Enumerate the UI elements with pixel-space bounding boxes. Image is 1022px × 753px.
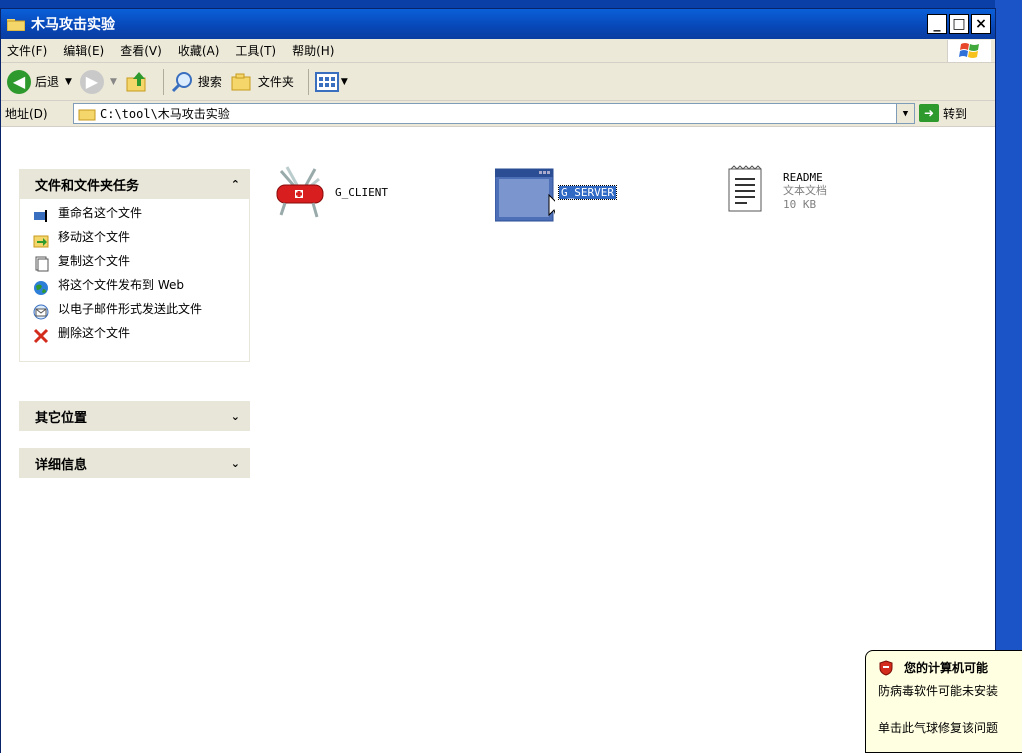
balloon-action[interactable]: 单击此气球修复该问题 bbox=[878, 719, 1022, 736]
file-type: 文本文档 bbox=[783, 184, 827, 197]
web-publish-icon bbox=[32, 279, 50, 297]
forward-button[interactable]: ▶ ▼ bbox=[79, 69, 117, 94]
task-pane: 文件和文件夹任务 ⌃ 重命名这个文件 移动这个文件 复制这个文件 将这个文件发布… bbox=[1, 157, 265, 753]
back-button[interactable]: ◀ 后退 ▼ bbox=[7, 69, 72, 94]
window-title: 木马攻击实验 bbox=[31, 17, 115, 33]
chevron-down-icon[interactable]: ▼ bbox=[65, 77, 72, 87]
copy-icon bbox=[32, 255, 50, 273]
file-tasks-panel: 文件和文件夹任务 ⌃ 重命名这个文件 移动这个文件 复制这个文件 将这个文件发布… bbox=[19, 169, 250, 362]
task-rename[interactable]: 重命名这个文件 bbox=[32, 207, 241, 225]
explorer-window: 木马攻击实验 _ □ × 文件(F) 编辑(E) 查看(V) 收藏(A) 工具(… bbox=[0, 8, 996, 753]
up-folder-icon bbox=[126, 71, 146, 91]
task-delete[interactable]: 删除这个文件 bbox=[32, 327, 241, 345]
expand-icon[interactable]: ⌄ bbox=[231, 410, 240, 423]
details-title: 详细信息 bbox=[35, 457, 88, 473]
file-tasks-title: 文件和文件夹任务 bbox=[35, 178, 140, 194]
security-alert-balloon[interactable]: 您的计算机可能 防病毒软件可能未安装 单击此气球修复该问题 bbox=[865, 650, 1022, 753]
search-icon bbox=[171, 71, 192, 92]
task-move[interactable]: 移动这个文件 bbox=[32, 231, 241, 249]
file-item-g-server[interactable]: G_SERVER bbox=[495, 167, 617, 225]
toolbar-separator bbox=[307, 68, 309, 95]
task-label: 以电子邮件形式发送此文件 bbox=[58, 302, 203, 316]
other-places-title: 其它位置 bbox=[35, 410, 88, 426]
swiss-knife-icon bbox=[276, 166, 324, 218]
text-document-icon bbox=[728, 165, 762, 212]
content-area: 文件和文件夹任务 ⌃ 重命名这个文件 移动这个文件 复制这个文件 将这个文件发布… bbox=[1, 157, 995, 753]
application-window-icon bbox=[495, 168, 555, 222]
go-arrow-icon: ➜ bbox=[919, 104, 939, 122]
forward-arrow-icon: ▶ bbox=[79, 69, 104, 94]
back-arrow-icon: ◀ bbox=[7, 69, 31, 94]
file-tasks-header[interactable]: 文件和文件夹任务 ⌃ bbox=[19, 169, 250, 199]
folder-icon bbox=[78, 109, 96, 120]
balloon-title: 您的计算机可能 bbox=[904, 661, 989, 675]
address-bar: 地址(D) C:\tool\木马攻击实验 ▼ ➜ 转到 bbox=[1, 101, 995, 127]
rename-icon bbox=[32, 207, 50, 225]
task-copy[interactable]: 复制这个文件 bbox=[32, 255, 241, 273]
views-icon bbox=[314, 71, 339, 92]
email-icon bbox=[32, 303, 50, 321]
balloon-header: 您的计算机可能 bbox=[878, 659, 1022, 676]
move-icon bbox=[32, 231, 50, 249]
maximize-button[interactable]: □ bbox=[949, 14, 969, 34]
desktop-background bbox=[995, 0, 1022, 753]
folders-icon bbox=[231, 73, 251, 90]
file-item-g-client[interactable]: G_CLIENT bbox=[275, 165, 388, 221]
menu-file[interactable]: 文件(F) bbox=[7, 42, 47, 59]
details-panel: 详细信息 ⌄ bbox=[19, 448, 250, 478]
file-size: 10 KB bbox=[783, 198, 817, 211]
folder-icon bbox=[6, 17, 26, 32]
delete-icon bbox=[32, 327, 50, 345]
task-label: 删除这个文件 bbox=[58, 326, 131, 340]
details-header[interactable]: 详细信息 ⌄ bbox=[19, 448, 250, 478]
minimize-button[interactable]: _ bbox=[927, 14, 947, 34]
folders-label: 文件夹 bbox=[257, 75, 294, 89]
go-button[interactable]: ➜ 转到 bbox=[919, 104, 967, 122]
file-item-readme[interactable]: README 文本文档 10 KB bbox=[727, 165, 827, 215]
title-bar[interactable]: 木马攻击实验 _ □ × bbox=[1, 9, 995, 39]
task-label: 将这个文件发布到 Web bbox=[58, 278, 184, 292]
toolbar: ◀ 后退 ▼ ▶ ▼ 搜索 文件夹 ▼ bbox=[1, 63, 995, 101]
menu-view[interactable]: 查看(V) bbox=[120, 42, 162, 59]
views-button[interactable]: ▼ bbox=[314, 71, 348, 93]
security-shield-icon bbox=[879, 659, 893, 676]
menu-help[interactable]: 帮助(H) bbox=[292, 42, 334, 59]
go-label: 转到 bbox=[943, 106, 968, 121]
file-name: G_SERVER bbox=[558, 185, 617, 200]
balloon-message: 防病毒软件可能未安装 bbox=[878, 684, 999, 698]
task-label: 移动这个文件 bbox=[58, 230, 131, 244]
chevron-down-icon[interactable]: ▼ bbox=[110, 77, 117, 87]
file-name: G_CLIENT bbox=[335, 186, 388, 199]
task-label: 重命名这个文件 bbox=[58, 206, 143, 220]
address-path: C:\tool\木马攻击实验 bbox=[100, 107, 230, 121]
menu-tools[interactable]: 工具(T) bbox=[235, 42, 276, 59]
chevron-down-icon[interactable]: ▼ bbox=[341, 77, 348, 87]
menu-favorites[interactable]: 收藏(A) bbox=[178, 42, 220, 59]
expand-icon[interactable]: ⌄ bbox=[231, 457, 240, 470]
task-email[interactable]: 以电子邮件形式发送此文件 bbox=[32, 303, 241, 321]
up-folder-button[interactable] bbox=[125, 70, 149, 94]
collapse-icon[interactable]: ⌃ bbox=[231, 178, 240, 191]
address-label: 地址(D) bbox=[5, 107, 48, 121]
menu-edit[interactable]: 编辑(E) bbox=[63, 42, 104, 59]
search-button[interactable]: 搜索 bbox=[170, 70, 222, 94]
menu-bar: 文件(F) 编辑(E) 查看(V) 收藏(A) 工具(T) 帮助(H) bbox=[1, 39, 995, 63]
file-tasks-list: 重命名这个文件 移动这个文件 复制这个文件 将这个文件发布到 Web 以电子邮件… bbox=[19, 199, 250, 362]
toolbar-separator bbox=[162, 68, 164, 95]
search-label: 搜索 bbox=[197, 75, 222, 89]
address-dropdown-button[interactable]: ▼ bbox=[896, 104, 914, 123]
other-places-panel: 其它位置 ⌄ bbox=[19, 401, 250, 431]
other-places-header[interactable]: 其它位置 ⌄ bbox=[19, 401, 250, 431]
back-label: 后退 bbox=[35, 75, 60, 89]
file-name: README bbox=[783, 171, 823, 184]
windows-logo-icon bbox=[947, 40, 991, 62]
task-label: 复制这个文件 bbox=[58, 254, 131, 268]
address-input[interactable]: C:\tool\木马攻击实验 ▼ bbox=[73, 103, 915, 124]
folders-button[interactable]: 文件夹 bbox=[230, 71, 294, 93]
task-publish-web[interactable]: 将这个文件发布到 Web bbox=[32, 279, 241, 297]
close-button[interactable]: × bbox=[971, 14, 991, 34]
